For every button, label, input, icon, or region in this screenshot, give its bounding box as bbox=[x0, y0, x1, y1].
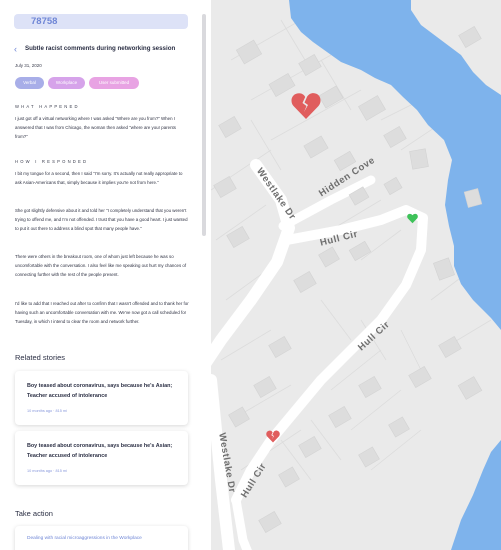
panel-scrollbar[interactable] bbox=[202, 14, 206, 236]
map-view[interactable]: Westlake Dr Hidden Cove Hull Cir Hull Ci… bbox=[211, 0, 501, 550]
take-action-heading: Take action bbox=[15, 509, 53, 518]
tag-verbal[interactable]: Verbal bbox=[15, 77, 44, 89]
what-happened-heading: WHAT HAPPENED bbox=[15, 104, 80, 109]
tag-user-submitted[interactable]: User submitted bbox=[89, 77, 139, 89]
related-stories-heading: Related stories bbox=[15, 353, 66, 362]
take-action-card[interactable]: Dealing with racial microaggressions in … bbox=[15, 526, 188, 550]
related-story-card[interactable]: Boy teased about coronavirus, says becau… bbox=[15, 431, 188, 485]
related-story-meta: 10 months ago · 815 mi bbox=[27, 469, 67, 473]
story-panel: 78758 ‹ Subtle racist comments during ne… bbox=[0, 0, 211, 550]
what-happened-text: I just got off a virtual networking wher… bbox=[15, 116, 176, 139]
zip-search-input[interactable]: 78758 bbox=[14, 14, 188, 29]
related-story-meta: 10 months ago · 815 mi bbox=[27, 409, 67, 413]
response-paragraph: I'd like to add that I reached out after… bbox=[15, 301, 189, 324]
tag-workplace[interactable]: Workplace bbox=[48, 77, 85, 89]
story-title: Subtle racist comments during networking… bbox=[25, 45, 176, 52]
chevron-left-icon[interactable]: ‹ bbox=[14, 44, 17, 54]
related-story-title: Boy teased about coronavirus, says becau… bbox=[27, 443, 173, 459]
response-paragraph: She got slightly defensive about it and … bbox=[15, 208, 188, 231]
response-paragraph: There were others in the breakout room, … bbox=[15, 254, 187, 277]
related-story-title: Boy teased about coronavirus, says becau… bbox=[27, 383, 173, 399]
how-responded-heading: HOW I RESPONDED bbox=[15, 159, 89, 164]
response-paragraph: I bit my tongue for a second, then I sai… bbox=[15, 171, 183, 185]
story-date: July 31, 2020 bbox=[15, 63, 42, 68]
related-story-card[interactable]: Boy teased about coronavirus, says becau… bbox=[15, 371, 188, 425]
take-action-link[interactable]: Dealing with racial microaggressions in … bbox=[27, 536, 142, 541]
